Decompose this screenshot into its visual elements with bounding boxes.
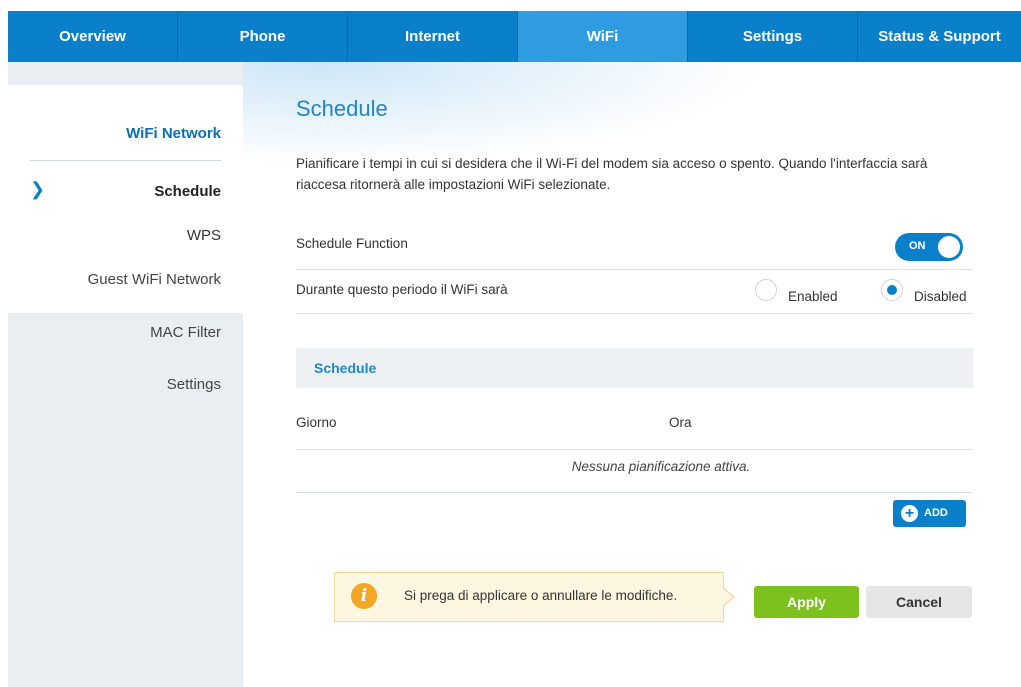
column-header-giorno: Giorno [296, 415, 337, 430]
info-icon: i [351, 583, 377, 609]
sidebar-divider [30, 160, 221, 161]
tab-wifi[interactable]: WiFi [518, 11, 688, 62]
page-description: Pianificare i tempi in cui si desidera c… [296, 156, 928, 192]
column-header-ora: Ora [669, 415, 692, 430]
schedule-function-toggle[interactable]: ON [895, 233, 963, 261]
empty-schedule-message: Nessuna pianificazione attiva. [571, 459, 751, 474]
toggle-state-label: ON [909, 240, 926, 252]
add-button-label: ADD [924, 507, 948, 519]
divider [296, 313, 973, 314]
radio-enabled[interactable] [755, 279, 777, 301]
tab-internet[interactable]: Internet [348, 11, 518, 62]
sidebar-item-guest-wifi-network[interactable]: Guest WiFi Network [88, 271, 221, 288]
divider [296, 449, 973, 450]
tab-phone[interactable]: Phone [178, 11, 348, 62]
divider [296, 269, 973, 270]
header-background [243, 62, 1021, 222]
sidebar: WiFi Network ❯ Schedule WPS Guest WiFi N… [8, 62, 243, 687]
add-schedule-button[interactable]: + ADD [893, 500, 966, 527]
cancel-button[interactable]: Cancel [866, 586, 972, 618]
top-navigation: Overview Phone Internet WiFi Settings St… [8, 11, 1021, 62]
notice-text: Si prega di applicare o annullare le mod… [404, 588, 678, 603]
radio-disabled[interactable] [881, 279, 903, 301]
sidebar-item-mac-filter[interactable]: MAC Filter [150, 324, 221, 341]
schedule-panel-title: Schedule [314, 360, 377, 376]
wifi-period-label: Durante questo periodo il WiFi sarà [296, 282, 508, 297]
radio-enabled-label: Enabled [788, 289, 838, 304]
notice-arrow-fill [722, 588, 733, 606]
toggle-knob [938, 236, 960, 258]
sidebar-item-settings[interactable]: Settings [167, 376, 221, 393]
pending-changes-notice: i Si prega di applicare o annullare le m… [334, 572, 724, 622]
tab-settings[interactable]: Settings [688, 11, 858, 62]
radio-disabled-label: Disabled [914, 289, 967, 304]
page-title: Schedule [296, 96, 388, 121]
tab-overview[interactable]: Overview [8, 11, 178, 62]
divider [296, 492, 973, 493]
sidebar-item-wps[interactable]: WPS [187, 227, 221, 244]
tab-status-support[interactable]: Status & Support [858, 11, 1021, 62]
sidebar-item-schedule[interactable]: Schedule [154, 183, 221, 200]
sidebar-item-wifi-network[interactable]: WiFi Network [126, 125, 221, 142]
apply-button[interactable]: Apply [754, 586, 859, 618]
plus-icon: + [901, 505, 918, 522]
chevron-right-icon: ❯ [30, 179, 46, 199]
schedule-panel-header: Schedule [296, 348, 973, 388]
schedule-function-label: Schedule Function [296, 236, 408, 251]
